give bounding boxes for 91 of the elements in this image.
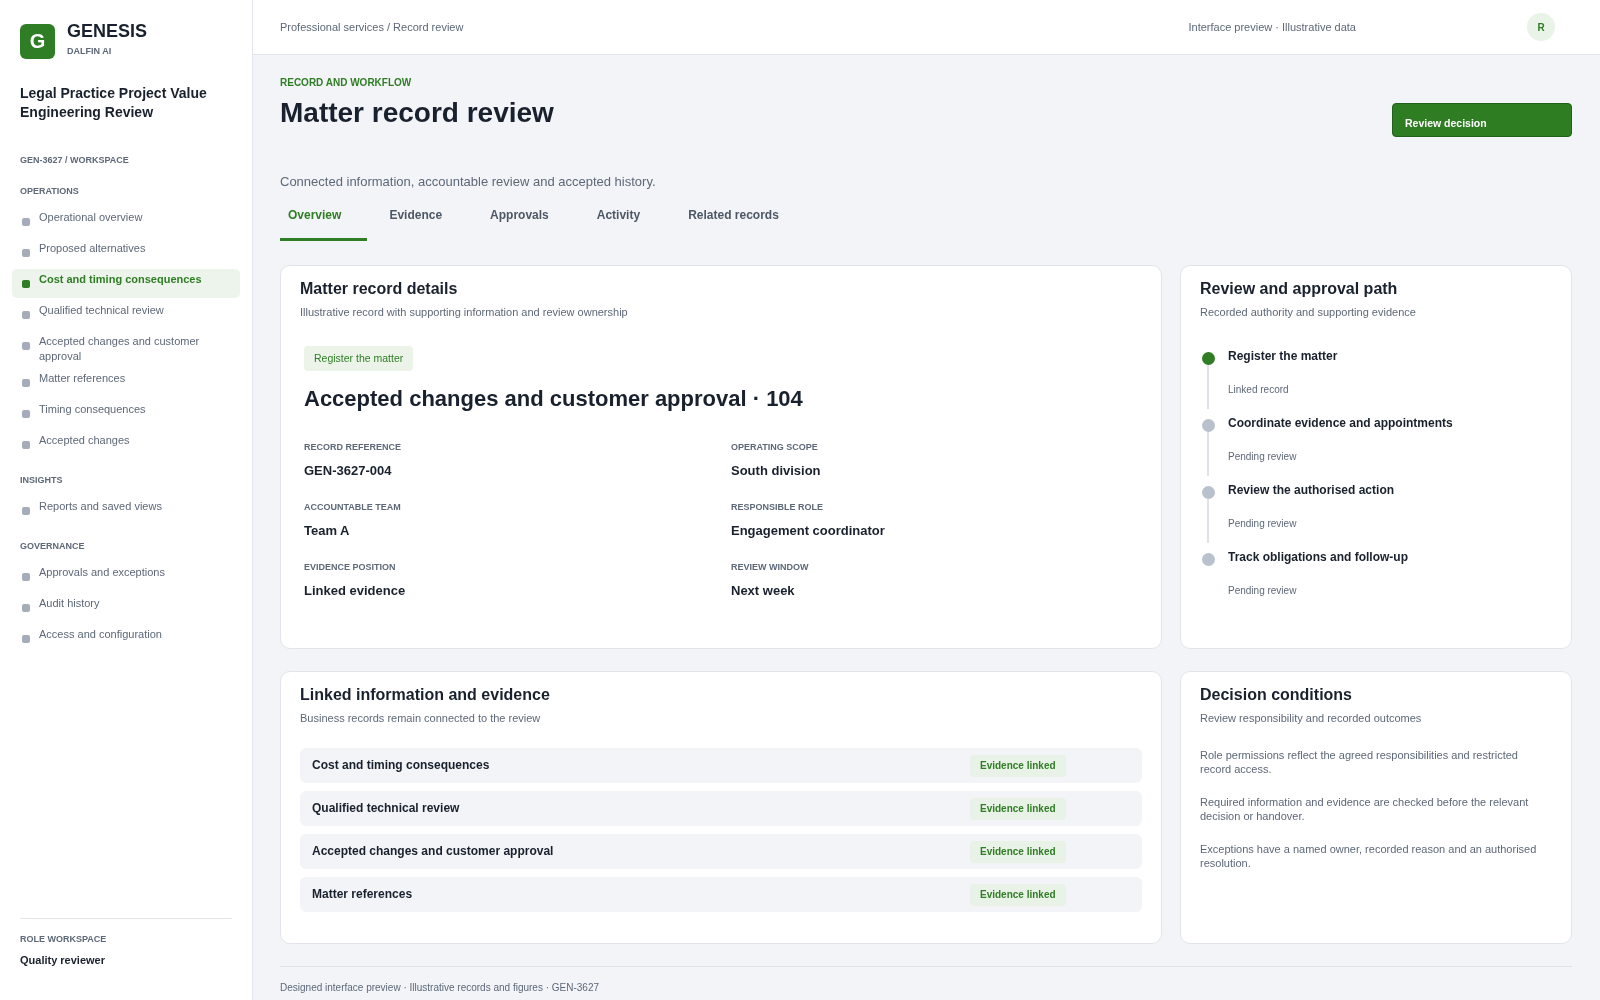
page-title: Matter record review: [280, 96, 554, 130]
card-title: Decision conditions: [1200, 685, 1353, 705]
review-decision-button[interactable]: Review decision: [1392, 103, 1572, 137]
logo-mark: G: [20, 24, 55, 59]
field-value: GEN-3627-004: [304, 462, 393, 479]
bullet-icon: [22, 218, 30, 226]
bullet-icon: [22, 441, 30, 449]
evidence-title: Cost and timing consequences: [312, 758, 491, 773]
step-title: Review the authorised action: [1228, 482, 1395, 498]
bullet-icon: [22, 342, 30, 350]
bullet-icon: [22, 573, 30, 581]
condition-text: Required information and evidence are checked before the relevant decision or handover.: [1200, 795, 1530, 823]
bullet-icon: [22, 379, 30, 387]
tab[interactable]: Activity: [588, 208, 667, 241]
nav-item[interactable]: Matter references: [12, 368, 240, 397]
field-label: RESPONSIBLE ROLE: [731, 502, 824, 513]
role-label: ROLE WORKSPACE: [20, 933, 108, 945]
bullet-icon: [22, 249, 30, 257]
evidence-title: Matter references: [312, 887, 414, 902]
page-description: Connected information, accountable review and accepted history.: [280, 174, 657, 190]
card-title: Review and approval path: [1200, 279, 1399, 299]
card-subtitle: Business records remain connected to the review: [300, 711, 542, 725]
nav-item[interactable]: Timing consequences: [12, 399, 240, 428]
step-status: Linked record: [1228, 383, 1290, 397]
card-subtitle: Review responsibility and recorded outcomes: [1200, 711, 1423, 725]
condition-text: Exceptions have a named owner, recorded reason and an authorised resolution.: [1200, 842, 1538, 870]
breadcrumb: Professional services / Record review: [280, 20, 464, 34]
step-title: Track obligations and follow-up: [1228, 549, 1408, 565]
evidence-title: Qualified technical review: [312, 801, 461, 816]
step-status: Pending review: [1228, 450, 1298, 464]
field-label: ACCOUNTABLE TEAM: [304, 502, 402, 513]
evidence-tag: Evidence linked: [970, 797, 1066, 820]
card-subtitle: Illustrative record with supporting information and review ownership: [300, 305, 629, 319]
tab[interactable]: Overview: [280, 208, 368, 241]
evidence-tag: Evidence linked: [970, 883, 1066, 906]
bullet-icon: [22, 410, 30, 418]
field-value: South division: [731, 462, 822, 479]
role-name: Quality reviewer: [20, 953, 106, 967]
bullet-icon: [22, 635, 30, 643]
card-title: Linked information and evidence: [300, 685, 551, 705]
nav-item[interactable]: Operational overview: [12, 207, 240, 236]
field-label: RECORD REFERENCE: [304, 442, 402, 453]
brand-name: GENESIS: [67, 21, 148, 41]
preview-note: Interface preview · Illustrative data: [1188, 20, 1356, 34]
user-avatar[interactable]: R: [1527, 13, 1555, 41]
nav-item[interactable]: Audit history: [12, 593, 240, 622]
field-value: Linked evidence: [304, 582, 407, 599]
nav-section-heading: OPERATIONS: [20, 185, 80, 197]
tab[interactable]: Related records: [680, 208, 805, 241]
stage-tag: Register the matter: [304, 346, 414, 371]
step-status: Pending review: [1228, 517, 1298, 531]
step-status: Pending review: [1228, 584, 1298, 598]
record-heading: Accepted changes and customer approval · 104: [304, 385, 803, 413]
field-label: OPERATING SCOPE: [731, 442, 819, 453]
card-subtitle: Recorded authority and supporting evidence: [1200, 305, 1417, 319]
brand-tagline: DALFIN AI: [67, 45, 112, 57]
nav-section-heading: INSIGHTS: [20, 474, 64, 486]
card-title: Matter record details: [300, 279, 459, 299]
nav-item[interactable]: Access and configuration: [12, 624, 240, 653]
timeline-connector: [1207, 432, 1209, 476]
field-label: EVIDENCE POSITION: [304, 562, 397, 573]
bullet-icon: [22, 507, 30, 515]
field-value: Team A: [304, 522, 351, 539]
field-value: Engagement coordinator: [731, 522, 886, 539]
tab[interactable]: Evidence: [381, 208, 469, 241]
timeline-connector: [1207, 499, 1209, 543]
evidence-tag: Evidence linked: [970, 754, 1066, 777]
bullet-icon: [22, 280, 30, 288]
step-title: Coordinate evidence and appointments: [1228, 415, 1453, 431]
field-value: Next week: [731, 582, 796, 599]
bullet-icon: [22, 311, 30, 319]
step-title: Register the matter: [1228, 348, 1338, 364]
nav-item[interactable]: Accepted changes and customer approval: [12, 331, 240, 366]
nav-item[interactable]: Proposed alternatives: [12, 238, 240, 267]
nav-item[interactable]: Reports and saved views: [12, 496, 240, 525]
tab[interactable]: Approvals: [482, 208, 575, 241]
nav-item[interactable]: Cost and timing consequences: [12, 269, 240, 298]
condition-text: Role permissions reflect the agreed responsibilities and restricted record access.: [1200, 748, 1519, 776]
footer-note: Designed interface preview · Illustrative records and figures · GEN-3627: [280, 982, 600, 993]
project-title: Legal Practice Project Value Engineering Review: [20, 84, 208, 122]
nav-section-heading: GOVERNANCE: [20, 540, 86, 552]
nav-item[interactable]: Accepted changes: [12, 430, 240, 459]
nav-item[interactable]: Approvals and exceptions: [12, 562, 240, 591]
evidence-tag: Evidence linked: [970, 840, 1066, 863]
field-label: REVIEW WINDOW: [731, 562, 810, 573]
timeline-connector: [1207, 365, 1209, 409]
workspace-path: GEN-3627 / WORKSPACE: [20, 154, 130, 166]
bullet-icon: [22, 604, 30, 612]
evidence-title: Accepted changes and customer approval: [312, 844, 555, 859]
eyebrow-label: RECORD AND WORKFLOW: [280, 77, 413, 89]
nav-item[interactable]: Qualified technical review: [12, 300, 240, 329]
